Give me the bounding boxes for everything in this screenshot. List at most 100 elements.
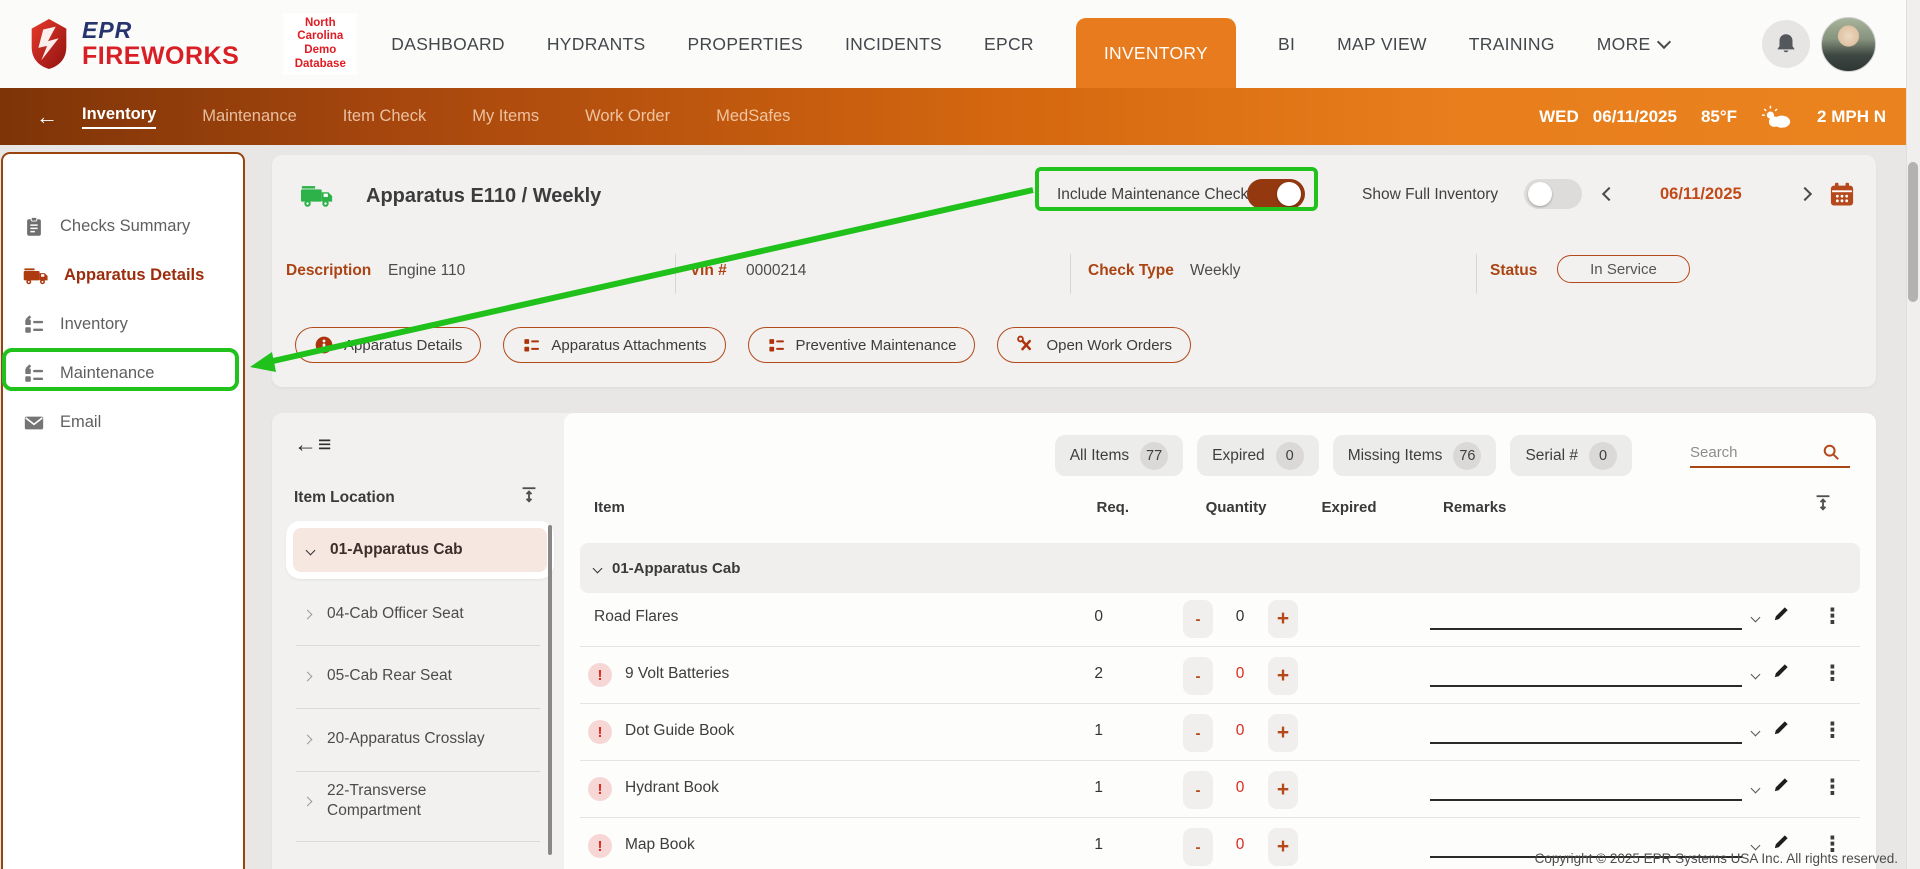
- remarks-input[interactable]: [1430, 773, 1742, 801]
- open-work-orders-button[interactable]: Open Work Orders: [997, 327, 1191, 363]
- nav-hydrants[interactable]: HYDRANTS: [547, 34, 646, 55]
- edit-pencil-icon[interactable]: [1772, 832, 1791, 851]
- description-label: Description: [286, 262, 371, 280]
- selected-date[interactable]: 06/11/2025: [1660, 185, 1742, 204]
- nav-properties[interactable]: PROPERTIES: [688, 34, 804, 55]
- previous-date-button[interactable]: [1602, 187, 1616, 201]
- epr-fireworks-logo[interactable]: EPR FIREWORKS: [26, 18, 239, 70]
- column-header-quantity: Quantity: [1200, 499, 1272, 516]
- edit-pencil-icon[interactable]: [1772, 718, 1791, 737]
- tab-serial[interactable]: Serial # 0: [1510, 435, 1632, 476]
- tree-item-transverse-compartment[interactable]: 22-Transverse Compartment: [288, 781, 508, 821]
- missing-warning-icon: !: [588, 777, 612, 801]
- expand-all-rows-icon[interactable]: [1812, 493, 1834, 515]
- remarks-input[interactable]: [1430, 602, 1742, 630]
- status-badge[interactable]: In Service: [1557, 255, 1690, 283]
- tree-item-cab-officer-seat[interactable]: 04-Cab Officer Seat: [288, 605, 550, 623]
- page-scrollbar-thumb[interactable]: [1908, 162, 1918, 302]
- notifications-button[interactable]: [1762, 20, 1810, 68]
- show-full-inventory-toggle[interactable]: [1524, 179, 1582, 209]
- remarks-dropdown-icon[interactable]: [1751, 841, 1761, 851]
- tab-all-items[interactable]: All Items 77: [1055, 435, 1183, 476]
- subnav-inventory[interactable]: Inventory: [82, 105, 156, 129]
- next-date-button[interactable]: [1798, 187, 1812, 201]
- apparatus-details-button[interactable]: Apparatus Details: [295, 327, 481, 363]
- subnav-my-items[interactable]: My Items: [472, 107, 539, 126]
- subnav-medsafes[interactable]: MedSafes: [716, 107, 790, 126]
- item-name: 9 Volt Batteries: [625, 665, 729, 683]
- expand-all-icon[interactable]: [518, 485, 540, 507]
- nav-bi[interactable]: BI: [1278, 34, 1295, 55]
- include-maintenance-label: Include Maintenance Check: [1057, 186, 1248, 204]
- nav-epcr[interactable]: EPCR: [984, 34, 1034, 55]
- tree-scrollbar[interactable]: [548, 525, 552, 855]
- tab-missing-items[interactable]: Missing Items 76: [1333, 435, 1497, 476]
- preventive-maintenance-button[interactable]: Preventive Maintenance: [748, 327, 976, 363]
- check-type-label: Check Type: [1088, 262, 1174, 280]
- user-avatar[interactable]: [1821, 17, 1876, 72]
- group-row-apparatus-cab[interactable]: 01-Apparatus Cab: [580, 543, 1860, 593]
- search-icon[interactable]: [1822, 443, 1840, 461]
- tree-item-apparatus-crosslay[interactable]: 20-Apparatus Crosslay: [288, 730, 550, 748]
- increment-button[interactable]: +: [1268, 714, 1298, 752]
- increment-button[interactable]: +: [1268, 828, 1298, 866]
- collapse-tree-icon[interactable]: ←≡: [294, 433, 332, 456]
- nav-incidents[interactable]: INCIDENTS: [845, 34, 942, 55]
- edit-pencil-icon[interactable]: [1772, 604, 1791, 623]
- calendar-icon[interactable]: [1828, 181, 1856, 209]
- tree-item-cab-rear-seat[interactable]: 05-Cab Rear Seat: [288, 667, 550, 685]
- nav-training[interactable]: TRAINING: [1469, 34, 1555, 55]
- nav-inventory[interactable]: INVENTORY: [1076, 18, 1236, 88]
- item-name: Dot Guide Book: [625, 722, 734, 740]
- sidebar-item-email[interactable]: Email: [3, 398, 243, 447]
- decrement-button[interactable]: -: [1183, 657, 1213, 695]
- show-full-inventory-label: Show Full Inventory: [1362, 186, 1498, 204]
- remarks-dropdown-icon[interactable]: [1751, 613, 1761, 623]
- decrement-button[interactable]: -: [1183, 600, 1213, 638]
- item-name: Map Book: [625, 836, 695, 854]
- row-menu-icon[interactable]: ⋮: [1822, 718, 1843, 743]
- nav-map-view[interactable]: MAP VIEW: [1337, 34, 1427, 55]
- page-scrollbar[interactable]: [1906, 0, 1920, 869]
- subnav-maintenance[interactable]: Maintenance: [202, 107, 296, 126]
- subnav-item-check[interactable]: Item Check: [343, 107, 426, 126]
- remarks-input[interactable]: [1430, 716, 1742, 744]
- subnav-work-order[interactable]: Work Order: [585, 107, 670, 126]
- increment-button[interactable]: +: [1268, 771, 1298, 809]
- tree-item-apparatus-cab[interactable]: 01-Apparatus Cab: [286, 521, 554, 579]
- row-menu-icon[interactable]: ⋮: [1822, 604, 1843, 629]
- edit-pencil-icon[interactable]: [1772, 775, 1791, 794]
- edit-pencil-icon[interactable]: [1772, 661, 1791, 680]
- decrement-button[interactable]: -: [1183, 771, 1213, 809]
- back-arrow-icon[interactable]: ←: [36, 106, 58, 128]
- search-input[interactable]: [1690, 444, 1822, 461]
- weather-icon: [1761, 104, 1793, 130]
- sidebar-item-checks-summary[interactable]: Checks Summary: [3, 202, 243, 251]
- items-table-panel: All Items 77 Expired 0 Missing Items 76 …: [564, 413, 1876, 869]
- remarks-dropdown-icon[interactable]: [1751, 784, 1761, 794]
- include-maintenance-toggle[interactable]: [1247, 179, 1305, 209]
- column-header-item: Item: [594, 499, 625, 516]
- increment-button[interactable]: +: [1268, 600, 1298, 638]
- increment-button[interactable]: +: [1268, 657, 1298, 695]
- row-menu-icon[interactable]: ⋮: [1822, 775, 1843, 800]
- decrement-button[interactable]: -: [1183, 828, 1213, 866]
- sidebar-item-inventory[interactable]: Inventory: [3, 300, 243, 349]
- row-menu-icon[interactable]: ⋮: [1822, 661, 1843, 686]
- nav-more[interactable]: MORE: [1597, 34, 1670, 55]
- apparatus-fields-row: Description Engine 110 Vin # 0000214 Che…: [272, 253, 1876, 295]
- remarks-input[interactable]: [1430, 659, 1742, 687]
- quantity-value: 0: [1218, 722, 1262, 740]
- chevron-down-icon: [593, 563, 603, 573]
- inventory-sub-navigation: ← Inventory Maintenance Item Check My It…: [0, 88, 1920, 145]
- sidebar-item-apparatus-details[interactable]: Apparatus Details: [3, 251, 243, 300]
- remarks-dropdown-icon[interactable]: [1751, 670, 1761, 680]
- decrement-button[interactable]: -: [1183, 714, 1213, 752]
- item-name: Road Flares: [594, 608, 678, 626]
- sidebar-item-maintenance[interactable]: Maintenance: [3, 349, 243, 398]
- tab-expired[interactable]: Expired 0: [1197, 435, 1319, 476]
- column-header-expired: Expired: [1314, 499, 1384, 516]
- remarks-dropdown-icon[interactable]: [1751, 727, 1761, 737]
- nav-dashboard[interactable]: DASHBOARD: [391, 34, 505, 55]
- apparatus-attachments-button[interactable]: Apparatus Attachments: [503, 327, 725, 363]
